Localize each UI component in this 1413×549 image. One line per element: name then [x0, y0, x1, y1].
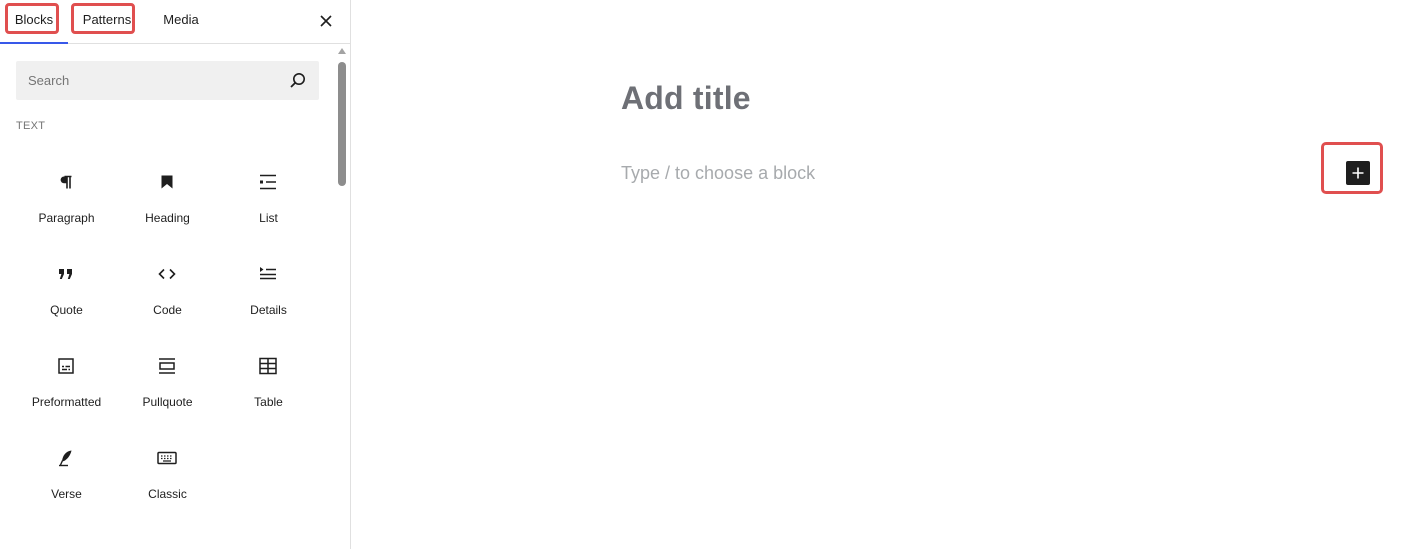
paragraph-icon	[60, 175, 72, 189]
tab-blocks-label: Blocks	[14, 12, 54, 27]
block-item-heading[interactable]: Heading	[117, 148, 218, 240]
block-label: Code	[153, 303, 182, 317]
table-icon	[259, 357, 277, 375]
block-label: Table	[254, 395, 283, 409]
block-item-quote[interactable]: Quote	[16, 240, 117, 332]
scroll-up-arrow-icon[interactable]	[338, 48, 346, 54]
block-label: Verse	[51, 487, 82, 501]
verse-icon	[59, 450, 72, 467]
block-item-pullquote[interactable]: Pullquote	[117, 332, 218, 424]
category-heading: TEXT	[16, 120, 46, 132]
classic-icon	[157, 451, 177, 465]
pullquote-icon	[159, 358, 175, 374]
highlight-box	[1321, 142, 1383, 194]
inserter-tabs: Blocks Patterns Media	[0, 0, 350, 44]
block-label: Quote	[50, 303, 83, 317]
close-button[interactable]	[312, 8, 340, 34]
code-icon	[158, 268, 176, 280]
block-label: Details	[250, 303, 287, 317]
details-icon	[260, 267, 276, 280]
quote-icon	[59, 269, 72, 279]
add-block-button[interactable]	[1346, 161, 1370, 185]
block-item-details[interactable]: Details	[218, 240, 319, 332]
heading-icon	[161, 175, 173, 189]
block-item-code[interactable]: Code	[117, 240, 218, 332]
block-label: Heading	[145, 211, 190, 225]
tab-media-label: Media	[163, 12, 199, 27]
default-block-appender[interactable]: Type / to choose a block	[621, 163, 815, 184]
block-item-verse[interactable]: Verse	[16, 424, 117, 516]
block-label: Paragraph	[38, 211, 95, 225]
search-box	[16, 61, 319, 100]
tab-patterns[interactable]: Patterns	[70, 0, 144, 43]
list-icon	[260, 174, 276, 190]
scrollbar-thumb[interactable]	[338, 62, 346, 186]
block-label: Preformatted	[31, 395, 102, 409]
close-icon	[320, 15, 332, 27]
block-label: Classic	[148, 487, 187, 501]
block-item-list[interactable]: List	[218, 148, 319, 240]
block-label: Pullquote	[142, 395, 193, 409]
block-item-table[interactable]: Table	[218, 332, 319, 424]
tab-media[interactable]: Media	[148, 0, 214, 43]
search-input[interactable]	[16, 61, 281, 100]
panel-scrollbar[interactable]	[336, 44, 349, 549]
block-inserter-panel: Blocks Patterns Media TEXT	[0, 0, 351, 549]
search-icon[interactable]	[288, 71, 308, 91]
tab-patterns-label: Patterns	[82, 12, 132, 27]
tab-blocks[interactable]: Blocks	[0, 0, 68, 44]
block-item-preformatted[interactable]: Preformatted	[16, 332, 117, 424]
post-title-input[interactable]: Add title	[621, 80, 751, 117]
preformatted-icon	[58, 358, 74, 374]
editor-canvas: Add title Type / to choose a block	[351, 0, 1413, 549]
block-item-paragraph[interactable]: Paragraph	[16, 148, 117, 240]
plus-icon	[1352, 167, 1364, 179]
block-label: List	[259, 211, 278, 225]
block-item-classic[interactable]: Classic	[117, 424, 218, 516]
